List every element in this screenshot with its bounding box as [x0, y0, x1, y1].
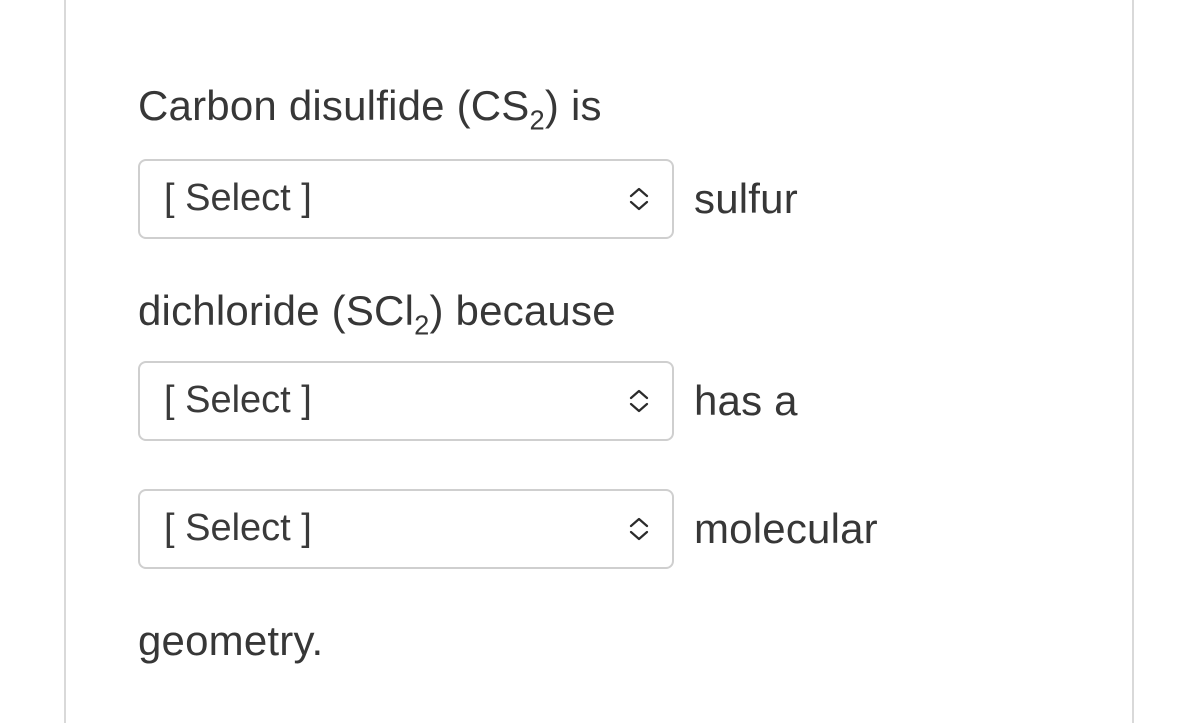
text-after-select-3: molecular — [694, 508, 878, 550]
text-fragment: dichloride (SCl — [138, 287, 414, 334]
select-placeholder-text: [ Select ] — [164, 379, 312, 422]
select-dropdown-2[interactable]: [ Select ] — [138, 361, 674, 441]
select-dropdown-1[interactable]: [ Select ] — [138, 159, 674, 239]
select-row-1: [ Select ] sulfur — [138, 159, 1060, 239]
text-fragment: ) because — [430, 287, 616, 334]
text-fragment: ) is — [545, 82, 602, 129]
select-row-3: [ Select ] molecular — [138, 489, 1060, 569]
chevron-up-down-icon — [628, 389, 650, 413]
text-after-select-1: sulfur — [694, 178, 798, 220]
question-container: Carbon disulfide (CS2) is [ Select ] sul… — [64, 0, 1134, 723]
select-row-2: [ Select ] has a — [138, 361, 1060, 441]
question-line-2: dichloride (SCl2) because — [138, 287, 1060, 335]
question-line-3: geometry. — [138, 617, 1060, 665]
select-dropdown-3[interactable]: [ Select ] — [138, 489, 674, 569]
subscript: 2 — [414, 309, 429, 340]
select-placeholder-text: [ Select ] — [164, 507, 312, 550]
question-line-1: Carbon disulfide (CS2) is — [138, 80, 1060, 133]
text-after-select-2: has a — [694, 380, 798, 422]
select-placeholder-text: [ Select ] — [164, 177, 312, 220]
text-fragment: Carbon disulfide (CS — [138, 82, 530, 129]
subscript: 2 — [530, 104, 545, 135]
chevron-up-down-icon — [628, 187, 650, 211]
chevron-up-down-icon — [628, 517, 650, 541]
